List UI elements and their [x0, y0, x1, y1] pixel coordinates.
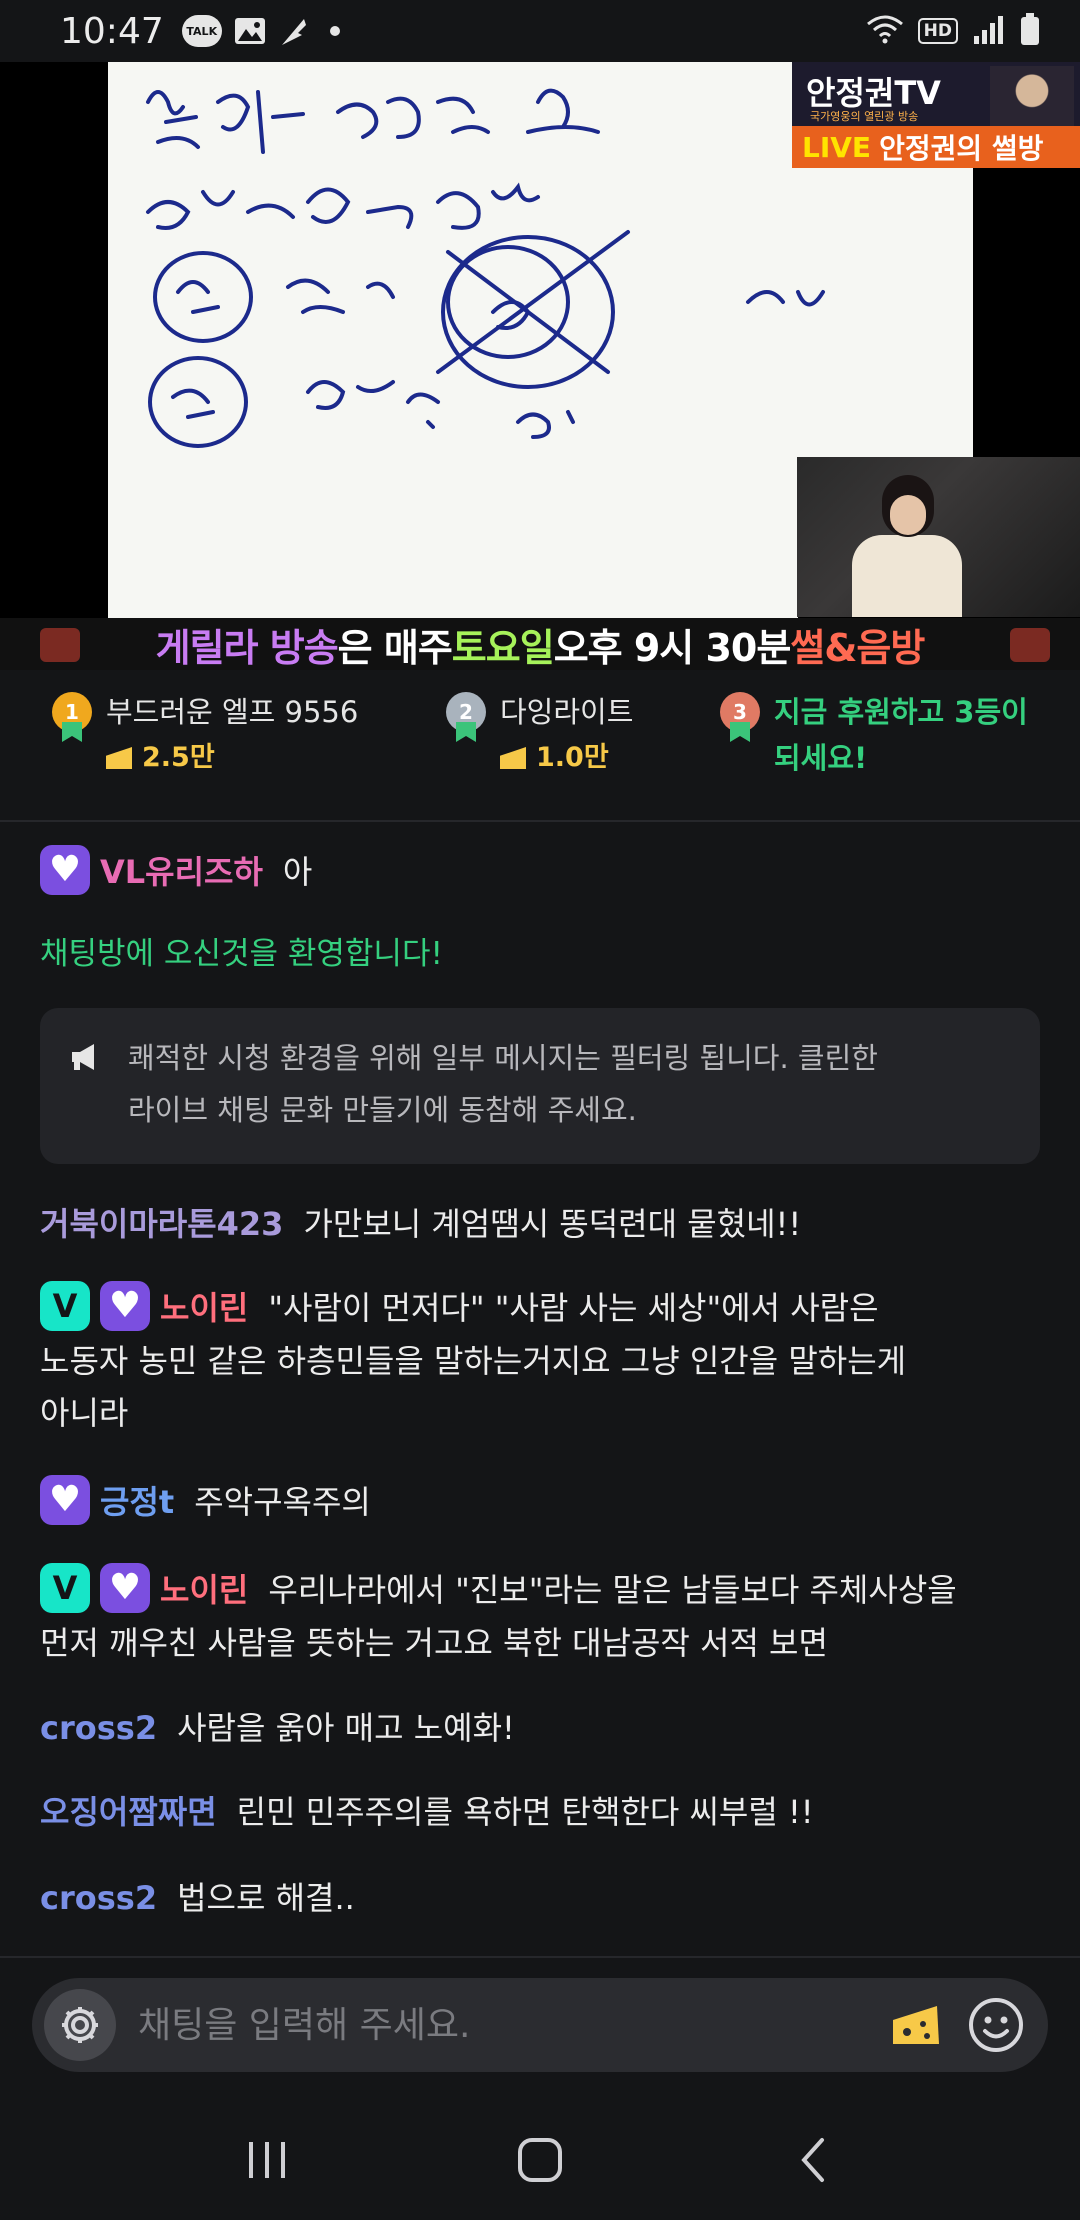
rank-second-name: 다잉라이트: [500, 695, 634, 729]
cheese-icon: [893, 2006, 939, 2044]
hd-icon: HD: [917, 18, 958, 44]
rank-third-cta-line1: 지금 후원하고 3등이: [774, 695, 1028, 729]
schedule-banner: 게릴라 방송 은 매주 토요일 오후 9시 30분 썰&음방: [0, 618, 1080, 670]
back-button[interactable]: [773, 2120, 853, 2200]
chat-message: 거북이마라톤423 가만보니 계엄땜시 똥덕련대 뭍혔네!!: [40, 1198, 1050, 1250]
rank-third-cta-line2: 되세요!: [774, 741, 868, 775]
silver-medal-icon: 2: [446, 692, 486, 742]
recent-apps-button[interactable]: [227, 2120, 307, 2200]
bronze-medal-icon: 3: [720, 692, 760, 742]
banner-text-guerrilla: 게릴라 방송: [155, 625, 339, 670]
back-icon: [801, 2138, 825, 2182]
chat-message: VL유리즈하 아: [40, 845, 1050, 899]
chat-text-line1: "사람이 먼저다" "사람 사는 세상"에서 사람은: [268, 1289, 879, 1327]
chat-text: 아: [282, 853, 313, 891]
talk-icon: TALK: [181, 15, 222, 47]
image-icon: [234, 17, 266, 45]
host-avatar: [990, 66, 1074, 128]
chat-nickname[interactable]: 긍정t: [100, 1483, 174, 1521]
welcome-message: 채팅방에 오신것을 환영합니다!: [40, 936, 443, 972]
live-show-title: 안정권의 썰방: [879, 132, 1044, 165]
chat-message: 오징어짬짜면 린민 민주주의를 욕하면 탄핵한다 씨부럴 !!: [40, 1786, 1050, 1838]
cheese-icon: [500, 747, 526, 769]
chat-text-line2: 먼저 깨우친 사람을 뜻하는 거고요 북한 대남공작 서적 보면: [40, 1624, 828, 1662]
chat-nickname[interactable]: VL유리즈하: [100, 853, 263, 891]
banner-text-every-week: 은 매주: [337, 625, 453, 670]
chat-text-line3: 아니라: [40, 1394, 129, 1432]
home-button[interactable]: [500, 2120, 580, 2200]
live-title-strip: LIVE 안정권의 썰방: [792, 126, 1080, 168]
rank-second-amount-row: 1.0만: [500, 732, 633, 784]
v-badge-icon: [40, 1281, 90, 1331]
heart-badge-icon: [40, 845, 90, 895]
channel-logo-tagline: 국가영웅의 열린광 방송: [810, 110, 919, 123]
rank-first-name: 부드러운 엘프 9556: [106, 695, 359, 729]
video-player[interactable]: 안정권TV 국가영웅의 열린광 방송 LIVE 안정권의 썰방 게릴라 방송 은…: [0, 62, 1080, 670]
chat-list[interactable]: VL유리즈하 아 채팅방에 오신것을 환영합니다! 쾌적한 시청 환경을 위해 일…: [0, 824, 1080, 1954]
chat-nickname[interactable]: 거북이마라톤423: [40, 1205, 283, 1243]
rank-second[interactable]: 2 다잉라이트 1.0만: [446, 692, 633, 784]
chat-text-line1: 우리나라에서 "진보"라는 말은 남들보다 주체사상을: [268, 1571, 957, 1609]
recent-apps-icon: [248, 2142, 285, 2178]
gear-icon: [62, 2007, 98, 2043]
handwriting-drawing: [146, 88, 825, 448]
chat-message: 노이린 우리나라에서 "진보"라는 말은 남들보다 주체사상을 먼저 깨우친 사람…: [40, 1563, 1050, 1669]
chat-text: 사람을 옭아 매고 노예화!: [177, 1709, 515, 1747]
rank-third[interactable]: 3 지금 후원하고 3등이 되세요!: [720, 692, 1028, 784]
chat-nickname[interactable]: cross2: [40, 1709, 157, 1747]
banner-text-saturday: 토요일: [451, 625, 555, 670]
donation-ranking: 1 부드러운 엘프 9556 2.5만 2 다잉라이트 1.0만 3 지금 후원…: [0, 670, 1080, 822]
rank-first-amount-row: 2.5만: [106, 732, 358, 784]
banner-left-emblem: [40, 628, 80, 662]
chat-nickname[interactable]: 노이린: [160, 1571, 248, 1609]
notice-line-2: 라이브 채팅 문화 만들기에 동참해 주세요.: [128, 1093, 637, 1127]
rank-first[interactable]: 1 부드러운 엘프 9556 2.5만: [52, 692, 358, 784]
heart-badge-icon: [40, 1475, 90, 1525]
home-icon: [517, 2138, 562, 2182]
chat-message: 노이린 "사람이 먼저다" "사람 사는 세상"에서 사람은 노동자 농민 같은 …: [40, 1281, 1050, 1439]
signal-icon: [972, 14, 1006, 48]
rank-first-amount: 2.5만: [142, 742, 215, 773]
banner-right-emblem: [1010, 628, 1050, 662]
live-badge: LIVE: [802, 130, 872, 164]
chat-text: 린민 민주주의를 욕하면 탄핵한다 씨부럴 !!: [236, 1793, 814, 1831]
streamer-figure: [852, 475, 962, 617]
chat-text: 법으로 해결..: [177, 1879, 355, 1917]
wifi-icon: [866, 14, 904, 48]
smiley-icon: [969, 1998, 1023, 2052]
gold-medal-icon: 1: [52, 692, 92, 742]
chat-input[interactable]: [138, 2004, 886, 2046]
chat-message: cross2 사람을 옭아 매고 노예화!: [40, 1702, 1050, 1754]
chat-text: 가만보니 계엄땜시 똥덕련대 뭍혔네!!: [303, 1205, 802, 1243]
heart-badge-icon: [100, 1281, 150, 1331]
chat-nickname[interactable]: cross2: [40, 1879, 157, 1917]
battery-icon: [1020, 13, 1040, 49]
cheese-donate-button[interactable]: [886, 1995, 946, 2055]
feather-icon: [278, 15, 308, 47]
status-bar: 10:47 TALK HD: [0, 0, 1080, 62]
chat-notice: 쾌적한 시청 환경을 위해 일부 메시지는 필터링 됩니다. 클린한 라이브 채…: [40, 1008, 1040, 1164]
chat-message: cross2 법으로 해결..: [40, 1872, 1050, 1924]
system-nav-bar: [0, 2100, 1080, 2220]
status-time: 10:47: [60, 10, 164, 52]
chat-settings-button[interactable]: [44, 1989, 116, 2061]
megaphone-icon: [72, 1044, 94, 1070]
v-badge-icon: [40, 1563, 90, 1613]
emoji-button[interactable]: [966, 1995, 1026, 2055]
chat-input-bar: [32, 1978, 1048, 2072]
chat-message: 긍정t 주악구옥주의: [40, 1475, 1050, 1529]
chat-text: 주악구옥주의: [194, 1483, 371, 1521]
banner-text-show: 썰&음방: [790, 625, 925, 670]
chat-text-line2: 노동자 농민 같은 하층민들을 말하는거지요 그냥 인간을 말하는게: [40, 1342, 907, 1380]
chat-nickname[interactable]: 노이린: [160, 1289, 248, 1327]
heart-badge-icon: [100, 1563, 150, 1613]
chat-nickname[interactable]: 오징어짬짜면: [40, 1793, 217, 1831]
divider: [0, 1956, 1080, 1958]
notice-line-1: 쾌적한 시청 환경을 위해 일부 메시지는 필터링 됩니다. 클린한: [128, 1041, 878, 1075]
dot-icon: [329, 26, 340, 36]
banner-text-time: 오후 9시 30분: [553, 625, 792, 670]
cheese-icon: [106, 747, 132, 769]
webcam-overlay: [797, 457, 1080, 617]
rank-second-amount: 1.0만: [536, 742, 609, 773]
